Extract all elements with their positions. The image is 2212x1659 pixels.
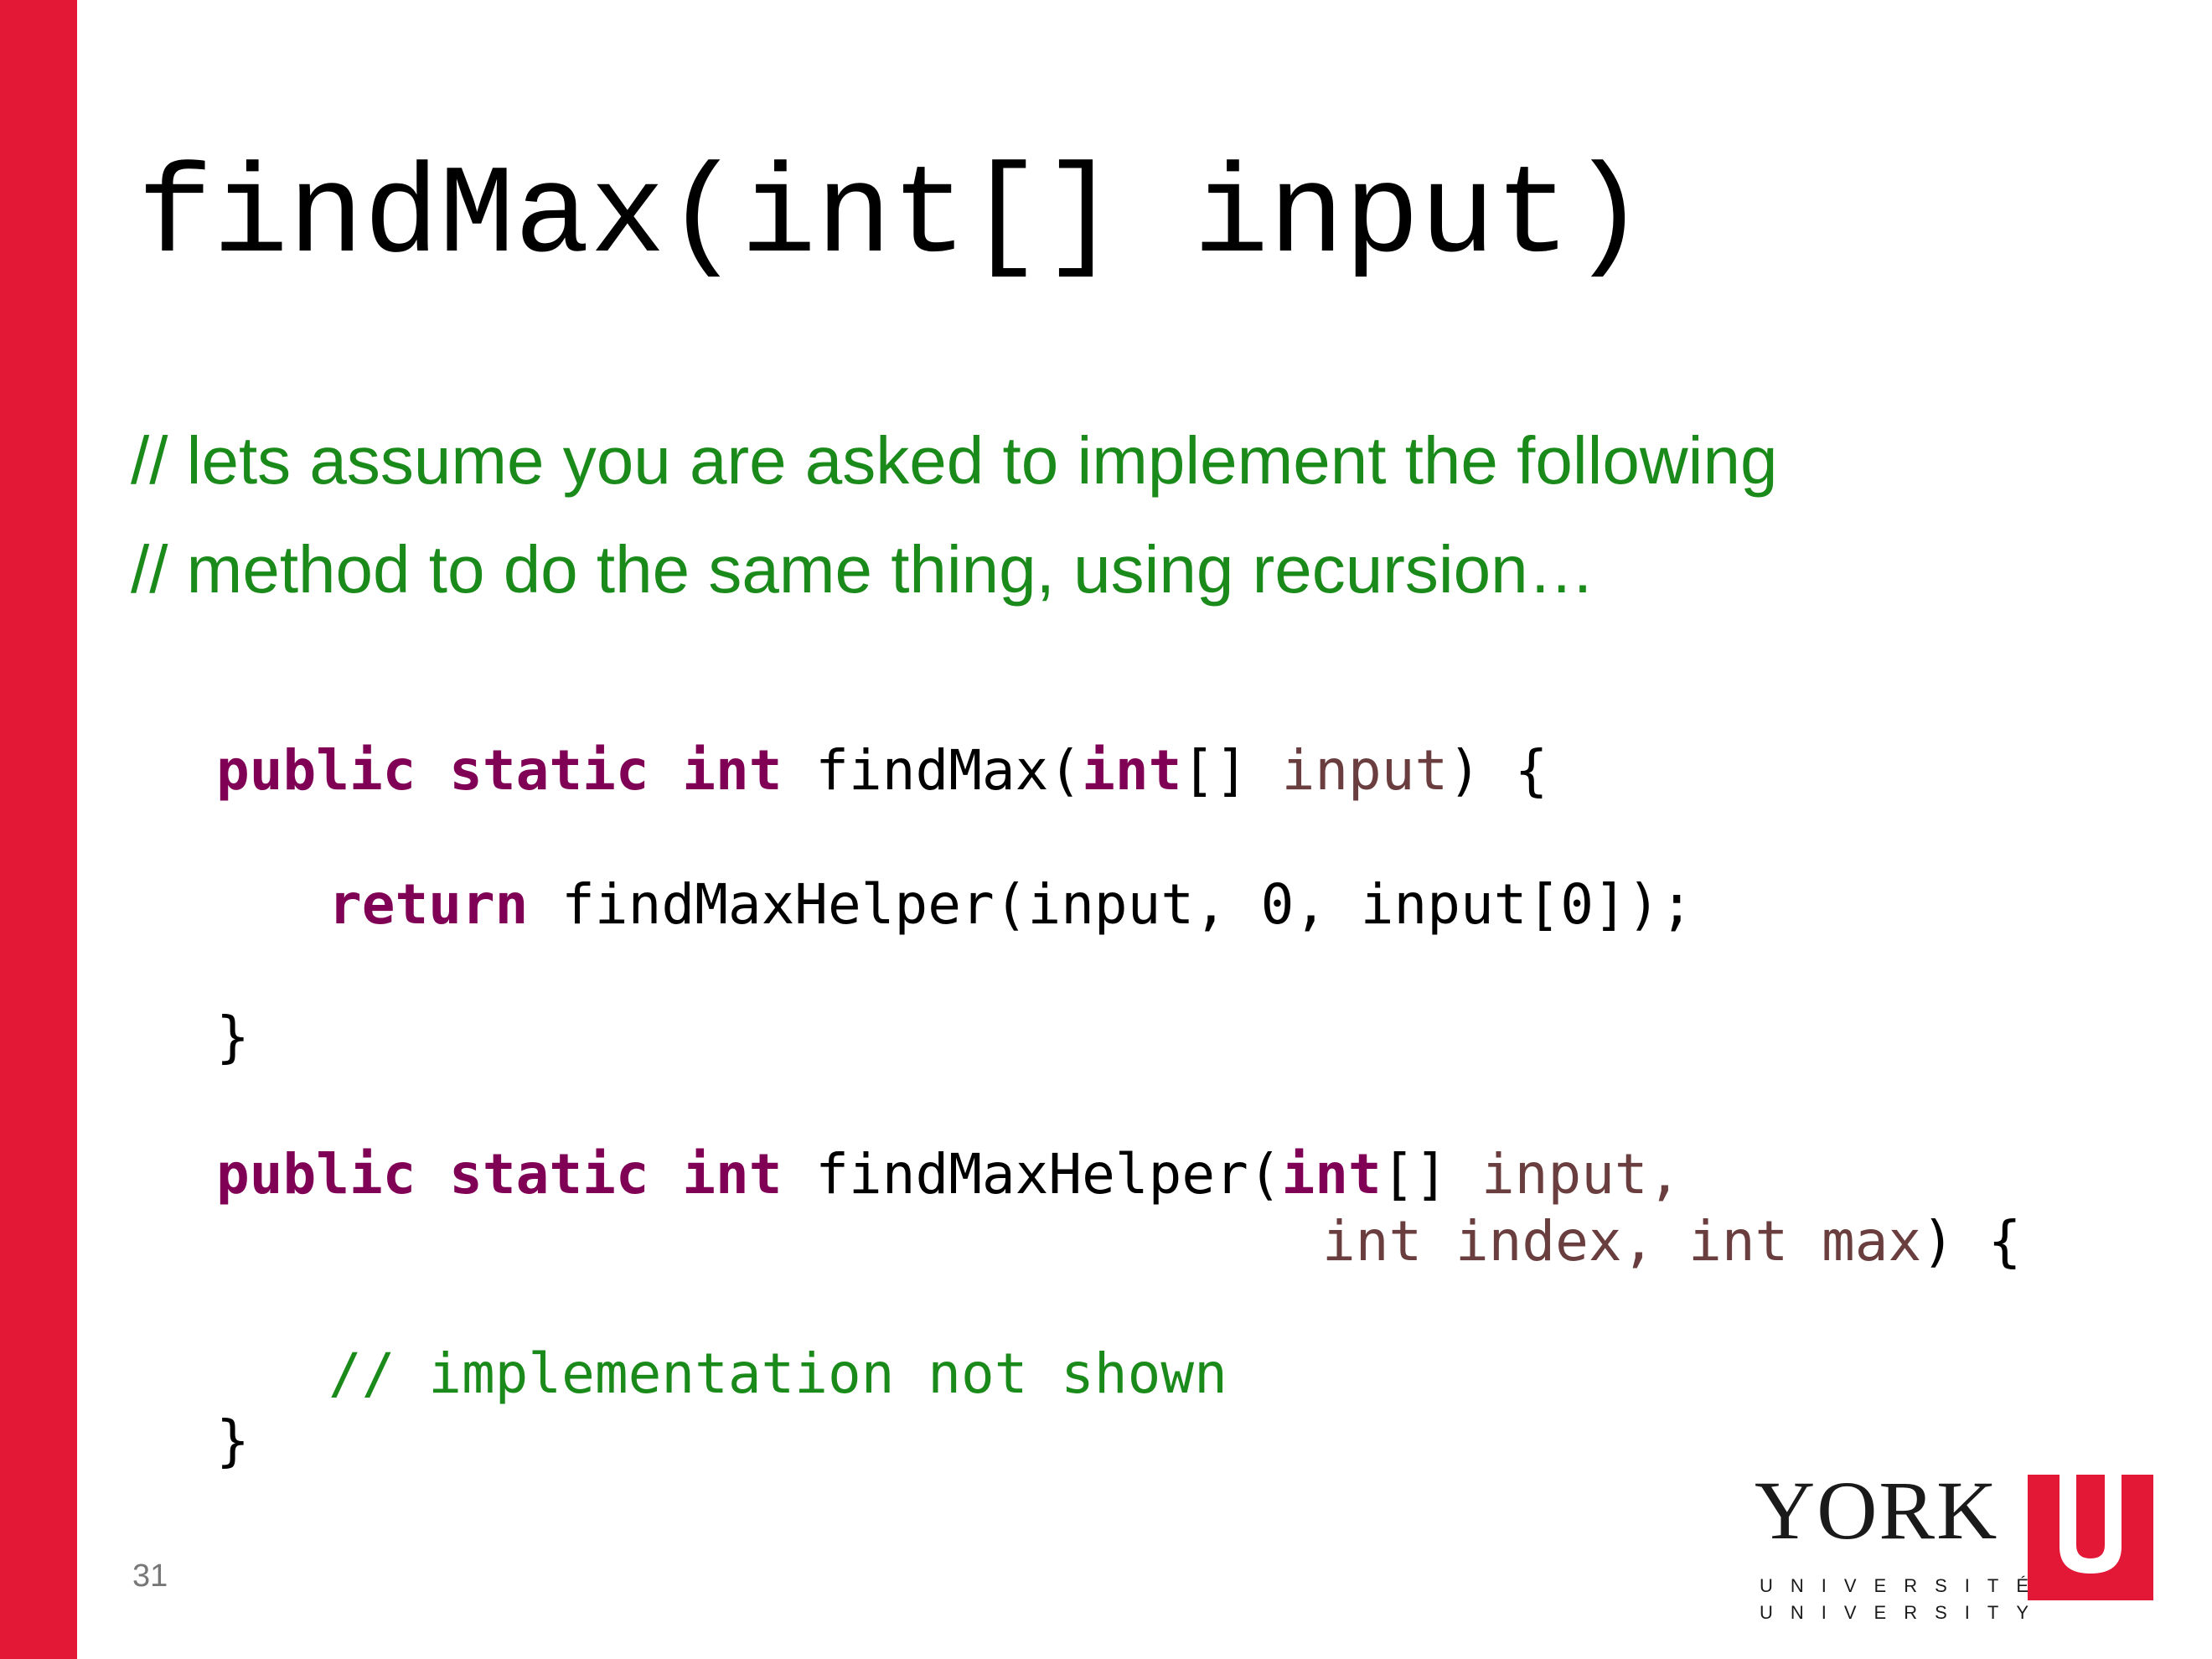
slide-title: findMax(int[] input) xyxy=(137,147,1646,289)
logo-york-text: YORK xyxy=(1755,1464,1999,1557)
slide: findMax(int[] input) // lets assume you … xyxy=(0,0,2212,1659)
red-side-bar xyxy=(0,0,77,1659)
code-line-3: } xyxy=(216,1005,250,1069)
code-type: int xyxy=(1082,738,1182,803)
york-u-logo-icon xyxy=(2028,1475,2153,1600)
code-line-4: public static int findMaxHelper(int[] in… xyxy=(216,1141,1681,1208)
code-param: input, xyxy=(1481,1142,1682,1207)
code-keyword: return xyxy=(328,872,529,937)
code-keyword: public static int xyxy=(216,738,783,803)
comment-line-2: // method to do the same thing, using re… xyxy=(131,532,1595,607)
code-param: input xyxy=(1281,738,1449,803)
page-number: 31 xyxy=(132,1558,168,1594)
comment-line-1: // lets assume you are asked to implemen… xyxy=(131,423,1778,498)
code-statement: findMaxHelper(input, 0, input[0]); xyxy=(528,872,1694,937)
code-brackets: [] xyxy=(1181,738,1282,803)
code-params: int index, int max xyxy=(1322,1209,1922,1274)
code-line-2: return findMaxHelper(input, 0, input[0])… xyxy=(328,871,1693,938)
code-line-6: // implementation not shown xyxy=(328,1341,1227,1406)
code-line-7: } xyxy=(216,1408,250,1473)
logo-universite-text: UNIVERSITÉ xyxy=(1760,1575,2047,1596)
code-method-name: findMaxHelper( xyxy=(782,1142,1282,1207)
code-end: ) { xyxy=(1448,738,1548,803)
code-line-1: public static int findMax(int[] input) { xyxy=(216,737,1548,804)
code-type: int xyxy=(1281,1142,1382,1207)
code-end: ) { xyxy=(1921,1209,2022,1274)
logo-university-text: UNIVERSITY xyxy=(1760,1602,2047,1623)
code-method-name: findMax( xyxy=(782,738,1083,803)
code-line-5: int index, int max) { xyxy=(1322,1208,2021,1275)
code-brackets: [] xyxy=(1381,1142,1481,1207)
code-keyword: public static int xyxy=(216,1142,783,1207)
